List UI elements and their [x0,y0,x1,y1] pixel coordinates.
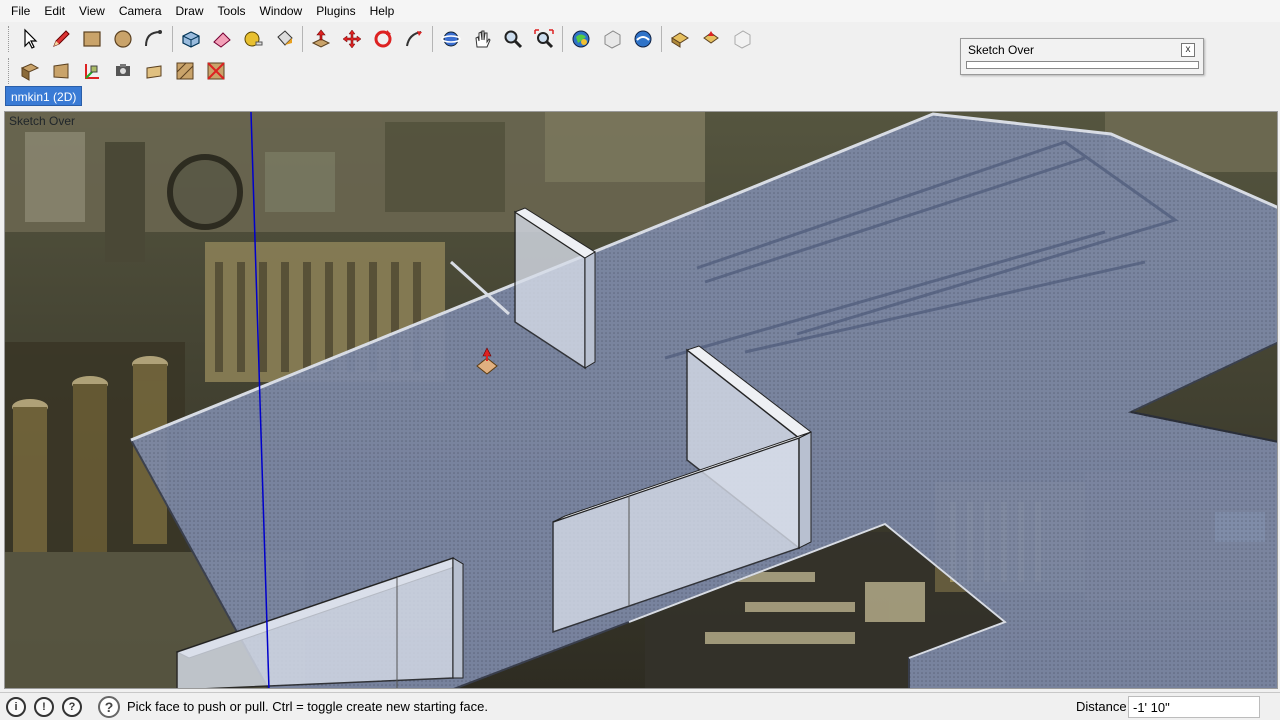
panel-title: Sketch Over [968,43,1035,57]
scene-canvas[interactable] [5,112,1278,689]
zoom-extents-icon[interactable] [530,25,558,53]
menu-plugins[interactable]: Plugins [309,0,362,22]
status-message: Pick face to push or pull. Ctrl = toggle… [127,699,488,714]
menu-bar: File Edit View Camera Draw Tools Window … [0,0,1280,22]
rectangle-tool-icon[interactable] [78,25,106,53]
project-texture-icon[interactable] [47,57,75,85]
walk-icon[interactable] [666,25,694,53]
credits-icon[interactable]: ! [34,697,54,717]
toolbar-separator [302,26,303,52]
toolbar-separator [562,26,563,52]
position-texture-icon[interactable] [16,57,44,85]
pencil-tool-icon[interactable] [47,25,75,53]
toolbar-grip[interactable] [8,26,12,52]
share-component-icon[interactable] [629,25,657,53]
zoom-icon[interactable] [499,25,527,53]
camera-match-icon[interactable] [109,57,137,85]
select-tool-icon[interactable] [16,25,44,53]
position-camera-icon[interactable] [728,25,756,53]
toolbar-separator [172,26,173,52]
menu-draw[interactable]: Draw [169,0,211,22]
look-around-icon[interactable] [697,25,725,53]
scene-tab[interactable]: nmkin1 (2D) [5,86,83,106]
share-model-icon[interactable] [598,25,626,53]
push-pull-icon[interactable] [307,25,335,53]
menu-edit[interactable]: Edit [37,0,72,22]
menu-help[interactable]: Help [363,0,402,22]
arc-tool-icon[interactable] [140,25,168,53]
orbit-icon[interactable] [437,25,465,53]
user-icon[interactable]: ? [62,697,82,717]
get-models-icon[interactable] [567,25,595,53]
geo-location-icon[interactable]: i [6,697,26,717]
circle-tool-icon[interactable] [109,25,137,53]
eraser-icon[interactable] [208,25,236,53]
tape-measure-icon[interactable] [239,25,267,53]
follow-me-icon[interactable] [400,25,428,53]
remove-texture-icon[interactable] [202,57,230,85]
move-icon[interactable] [338,25,366,53]
main-toolbar [8,24,759,54]
menu-camera[interactable]: Camera [112,0,169,22]
close-icon[interactable]: x [1181,43,1195,57]
status-bar: i ! ? ? Pick face to push or pull. Ctrl … [0,692,1280,720]
help-icon[interactable]: ? [98,696,120,718]
toolbar-separator [661,26,662,52]
menu-window[interactable]: Window [253,0,310,22]
distance-label: Distance [1076,699,1127,714]
menu-file[interactable]: File [4,0,37,22]
menu-view[interactable]: View [72,0,112,22]
distance-field[interactable] [1128,696,1260,718]
toolbar-separator [432,26,433,52]
model-viewport[interactable]: Sketch Over [4,111,1278,689]
hatch-icon[interactable] [171,57,199,85]
make-component-icon[interactable] [177,25,205,53]
pan-icon[interactable] [468,25,496,53]
rotate-icon[interactable] [369,25,397,53]
panel-progress-bar [966,61,1199,69]
secondary-toolbar [8,56,233,86]
paint-bucket-icon[interactable] [270,25,298,53]
sketch-over-panel: Sketch Over x [960,38,1204,75]
viewport-label: Sketch Over [9,114,76,128]
menu-tools[interactable]: Tools [211,0,253,22]
toolbar-grip[interactable] [8,58,12,84]
plane-icon[interactable] [140,57,168,85]
axes-icon[interactable] [78,57,106,85]
